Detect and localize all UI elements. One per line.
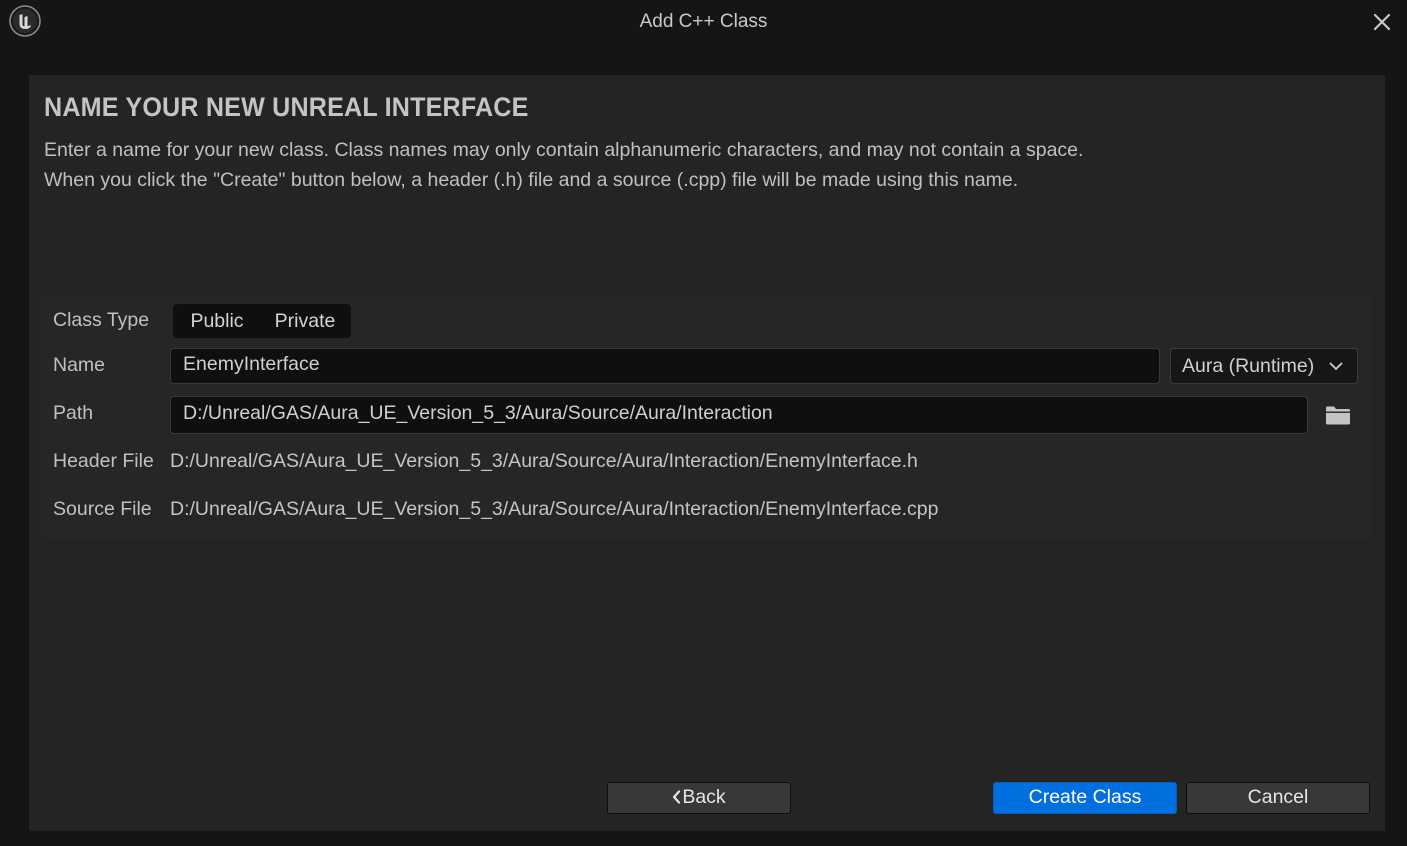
class-details-form: Class Type Public Private Name EnemyInte… <box>42 296 1372 540</box>
description-line-2: When you click the "Create" button below… <box>44 169 1019 191</box>
source-file-path: D:/Unreal/GAS/Aura_UE_Version_5_3/Aura/S… <box>170 498 939 520</box>
source-file-label: Source File <box>53 498 152 520</box>
class-type-label: Class Type <box>53 309 150 331</box>
folder-icon[interactable] <box>1325 404 1351 426</box>
path-label: Path <box>53 402 94 424</box>
name-label: Name <box>53 354 106 376</box>
class-name-input[interactable]: EnemyInterface <box>170 348 1160 384</box>
create-class-button[interactable]: Create Class <box>993 782 1177 814</box>
back-button-label: Back <box>682 786 726 808</box>
path-input[interactable]: D:/Unreal/GAS/Aura_UE_Version_5_3/Aura/S… <box>170 396 1308 434</box>
header-file-path: D:/Unreal/GAS/Aura_UE_Version_5_3/Aura/S… <box>170 450 918 472</box>
class-type-toggle: Public Private <box>173 304 351 338</box>
module-dropdown[interactable]: Aura (Runtime) <box>1170 348 1358 384</box>
class-type-public-option[interactable]: Public <box>177 304 257 338</box>
class-type-private-option[interactable]: Private <box>261 304 349 338</box>
cancel-button[interactable]: Cancel <box>1186 782 1370 814</box>
content-panel: NAME YOUR NEW UNREAL INTERFACE Enter a n… <box>29 75 1385 831</box>
module-dropdown-label: Aura (Runtime) <box>1182 355 1315 377</box>
chevron-left-icon <box>673 790 681 804</box>
add-cpp-class-window: Add C++ Class NAME YOUR NEW UNREAL INTER… <box>0 0 1407 846</box>
description-line-1: Enter a name for your new class. Class n… <box>44 139 1084 161</box>
page-heading: NAME YOUR NEW UNREAL INTERFACE <box>44 92 529 122</box>
close-icon[interactable] <box>1371 11 1393 33</box>
unreal-engine-logo-icon <box>9 5 41 37</box>
header-file-label: Header File <box>53 450 154 472</box>
window-title: Add C++ Class <box>639 11 768 32</box>
chevron-down-icon <box>1329 362 1343 370</box>
title-bar[interactable]: Add C++ Class <box>0 0 1407 44</box>
back-button[interactable]: Back <box>607 782 791 814</box>
